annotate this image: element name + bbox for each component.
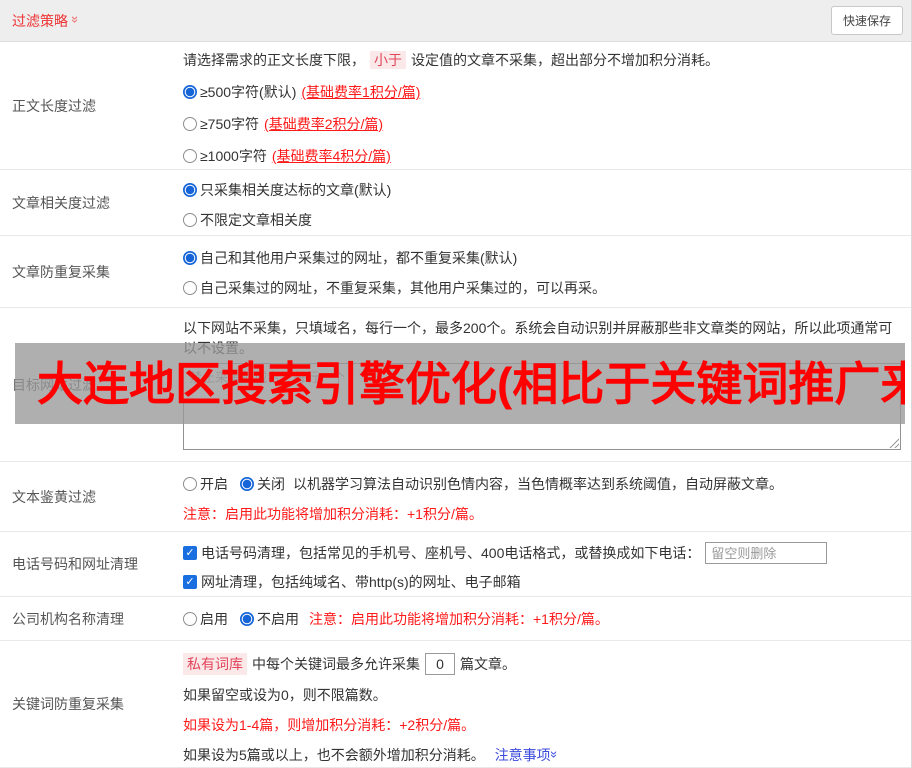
radio-unselected-icon[interactable] — [183, 611, 197, 626]
radio-option-750[interactable]: ≥750字符 (基础费率2积分/篇) — [183, 114, 903, 134]
notice-link[interactable]: 注意事项» — [494, 747, 562, 763]
keyword-dedup-line3: 如果设为1-4篇，则增加积分消耗：+2积分/篇。 — [183, 717, 476, 733]
radio-selected-icon[interactable] — [183, 85, 197, 99]
radio-option-dedup-self[interactable]: 自己采集过的网址，不重复采集，其他用户采集过的，可以再采。 — [183, 278, 903, 298]
radio-option-company-off[interactable]: 不启用 — [240, 609, 299, 629]
notice-link-text: 注意事项 — [494, 747, 551, 763]
checkbox-label: 网址清理，包括纯域名、带http(s)的网址、电子邮箱 — [201, 574, 521, 590]
less-than-tag: 小于 — [370, 51, 406, 69]
row-dedup-collection: 文章防重复采集 自己和其他用户采集过的网址，都不重复采集(默认) 自己采集过的网… — [0, 236, 911, 308]
overlay-banner-text: 大连地区搜索引擎优化(相比于关键词推广来 — [37, 357, 905, 410]
row-label-keyword-dedup: 关键词防重复采集 — [12, 696, 124, 712]
chevron-down-icon: » — [68, 15, 84, 24]
radio-unselected-icon[interactable] — [183, 117, 197, 131]
keyword-dedup-line1: 私有词库 中每个关键词最多允许采集 篇文章。 — [183, 653, 903, 675]
radio-label: 不启用 — [257, 610, 299, 627]
checkbox-option-phone-clean[interactable]: 电话号码清理，包括常见的手机号、座机号、400电话格式，或替换成如下电话： — [183, 542, 903, 564]
private-lexicon-tag: 私有词库 — [183, 653, 247, 675]
radio-label: ≥500字符(默认) — [200, 84, 297, 100]
radio-selected-icon[interactable] — [183, 251, 197, 265]
porn-filter-description: 以机器学习算法自动识别色情内容，当色情概率达到系统阈值，自动屏蔽文章。 — [293, 476, 783, 492]
page-title-text: 过滤策略 — [12, 12, 68, 29]
radio-option-porn-off[interactable]: 关闭 — [240, 474, 285, 494]
checkbox-checked-icon[interactable] — [183, 575, 197, 589]
radio-label: 启用 — [200, 610, 228, 627]
radio-option-dedup-all[interactable]: 自己和其他用户采集过的网址，都不重复采集(默认) — [183, 248, 903, 268]
checkbox-checked-icon[interactable] — [183, 546, 197, 560]
keyword-dedup-line2: 如果留空或设为0，则不限篇数。 — [183, 687, 387, 703]
row-body-length-filter: 正文长度过滤 请选择需求的正文长度下限， 小于 设定值的文章不采集，超出部分不增加积… — [0, 42, 911, 170]
radio-option-500[interactable]: ≥500字符(默认) (基础费率1积分/篇) — [183, 82, 903, 102]
replacement-phone-input[interactable] — [705, 542, 828, 564]
radio-unselected-icon[interactable] — [183, 213, 197, 227]
fee-note: (基础费率2积分/篇) — [264, 116, 384, 132]
radio-option-1000[interactable]: ≥1000字符 (基础费率4积分/篇) — [183, 146, 903, 166]
row-keyword-dedup: 关键词防重复采集 私有词库 中每个关键词最多允许采集 篇文章。 如果留空或设为0… — [0, 641, 911, 768]
row-porn-filter: 文本鉴黄过滤 开启 关闭 以机器学习算法自动识别色情内容，当色情概率达到系统阈值… — [0, 462, 911, 532]
page-header: 过滤策略 » 快速保存 — [0, 0, 911, 42]
intro-text-after: 设定值的文章不采集，超出部分不增加积分消耗。 — [411, 52, 719, 68]
intro-text-before: 请选择需求的正文长度下限， — [183, 52, 365, 68]
radio-label: ≥1000字符 — [200, 148, 267, 164]
keyword-line4-text: 如果设为5篇或以上，也不会额外增加积分消耗。 — [183, 747, 485, 763]
radio-unselected-icon[interactable] — [183, 281, 197, 295]
fee-note: (基础费率4积分/篇) — [271, 148, 391, 164]
radio-label: 自己采集过的网址，不重复采集，其他用户采集过的，可以再采。 — [200, 280, 606, 296]
radio-selected-icon[interactable] — [240, 611, 254, 626]
radio-selected-icon[interactable] — [183, 183, 197, 197]
porn-filter-note: 注意：启用此功能将增加积分消耗：+1积分/篇。 — [183, 506, 483, 522]
radio-label: 不限定文章相关度 — [200, 212, 312, 228]
radio-option-relevance-strict[interactable]: 只采集相关度达标的文章(默认) — [183, 180, 903, 200]
radio-option-relevance-any[interactable]: 不限定文章相关度 — [183, 210, 903, 230]
body-length-intro: 请选择需求的正文长度下限， 小于 设定值的文章不采集，超出部分不增加积分消耗。 — [183, 50, 903, 70]
radio-label: 只采集相关度达标的文章(默认) — [200, 182, 392, 198]
row-label-company-clean: 公司机构名称清理 — [12, 610, 124, 627]
radio-unselected-icon[interactable] — [183, 477, 197, 491]
radio-option-company-on[interactable]: 启用 — [183, 609, 228, 629]
radio-label: 自己和其他用户采集过的网址，都不重复采集(默认) — [200, 250, 518, 266]
row-company-clean: 公司机构名称清理 启用 不启用 注意：启用此功能将增加积分消耗：+1积分/篇。 — [0, 597, 911, 641]
keyword-line1-end: 篇文章。 — [460, 656, 516, 672]
fee-note: (基础费率1积分/篇) — [301, 84, 421, 100]
radio-label: 关闭 — [257, 476, 285, 492]
chevron-down-icon: » — [546, 750, 562, 759]
overlay-banner: 大连地区搜索引擎优化(相比于关键词推广来 — [15, 343, 905, 424]
row-label-relevance: 文章相关度过滤 — [12, 194, 110, 211]
radio-label: 开启 — [200, 476, 228, 492]
quick-save-button[interactable]: 快速保存 — [830, 6, 903, 35]
keyword-line1-text: 中每个关键词最多允许采集 — [252, 656, 420, 672]
row-label-phone-url: 电话号码和网址清理 — [12, 556, 138, 572]
radio-selected-icon[interactable] — [240, 477, 254, 491]
company-clean-note: 注意：启用此功能将增加积分消耗：+1积分/篇。 — [309, 610, 609, 627]
filter-strategy-page: 过滤策略 » 快速保存 正文长度过滤 请选择需求的正文长度下限， 小于 设定值的文章… — [0, 0, 912, 768]
checkbox-label: 电话号码清理，包括常见的手机号、座机号、400电话格式，或替换成如下电话： — [201, 545, 701, 561]
row-label-body-length: 正文长度过滤 — [12, 97, 96, 114]
row-label-porn-filter: 文本鉴黄过滤 — [12, 488, 96, 505]
page-title[interactable]: 过滤策略 » — [12, 11, 84, 31]
radio-option-porn-on[interactable]: 开启 — [183, 474, 228, 494]
row-relevance-filter: 文章相关度过滤 只采集相关度达标的文章(默认) 不限定文章相关度 — [0, 170, 911, 236]
checkbox-option-url-clean[interactable]: 网址清理，包括纯域名、带http(s)的网址、电子邮箱 — [183, 572, 903, 592]
radio-label: ≥750字符 — [200, 116, 260, 132]
max-articles-input[interactable] — [425, 653, 455, 675]
radio-unselected-icon[interactable] — [183, 149, 197, 163]
row-phone-url-clean: 电话号码和网址清理 电话号码清理，包括常见的手机号、座机号、400电话格式，或替… — [0, 532, 911, 597]
row-label-dedup: 文章防重复采集 — [12, 263, 110, 280]
keyword-dedup-line4: 如果设为5篇或以上，也不会额外增加积分消耗。 注意事项» — [183, 745, 903, 765]
